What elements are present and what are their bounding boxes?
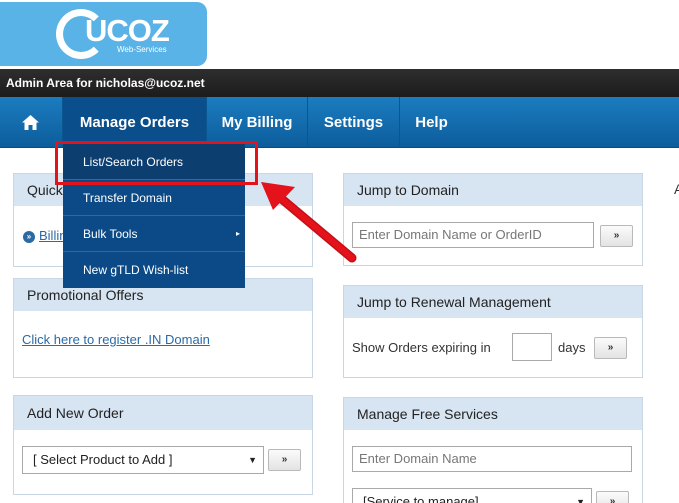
renewal-title: Jump to Renewal Management: [344, 286, 642, 318]
service-select-value: [Service to manage]: [363, 494, 479, 503]
menu-item-new-gtld-wishlist[interactable]: New gTLD Wish-list: [63, 252, 245, 288]
jump-domain-title: Jump to Domain: [344, 174, 642, 206]
jump-domain-panel: Jump to Domain Enter Domain Name or Orde…: [343, 173, 643, 266]
free-domain-input[interactable]: Enter Domain Name: [352, 446, 632, 472]
admin-bar: Admin Area for nicholas@ucoz.net: [0, 69, 679, 97]
home-icon: [22, 115, 39, 130]
bulk-tools-label: Bulk Tools: [83, 227, 138, 241]
chevron-down-icon: ▼: [576, 497, 585, 503]
product-select[interactable]: [ Select Product to Add ] ▼: [22, 446, 264, 474]
ucoz-logo[interactable]: UCOZ Web-Services: [0, 2, 207, 66]
expiring-days-input[interactable]: [512, 333, 552, 361]
renewal-panel: Jump to Renewal Management Show Orders e…: [343, 285, 643, 378]
nav-settings[interactable]: Settings: [308, 97, 400, 148]
renewal-go-button[interactable]: »: [594, 337, 627, 359]
menu-item-transfer-domain[interactable]: Transfer Domain: [63, 180, 245, 216]
domain-orderid-input[interactable]: Enter Domain Name or OrderID: [352, 222, 594, 248]
red-arrow-icon: [261, 182, 357, 263]
service-select[interactable]: [Service to manage] ▼: [352, 488, 592, 503]
free-services-panel: Manage Free Services Enter Domain Name […: [343, 397, 643, 503]
promo-panel: Promotional Offers Click here to registe…: [13, 278, 313, 378]
chevron-right-icon: ▸: [235, 229, 240, 238]
bullet-arrow-icon: »: [23, 231, 35, 243]
menu-item-bulk-tools[interactable]: Bulk Tools ▸: [63, 216, 245, 252]
add-order-go-button[interactable]: »: [268, 449, 301, 471]
chevron-down-icon: ▼: [248, 455, 257, 465]
product-select-value: [ Select Product to Add ]: [33, 452, 173, 467]
free-services-title: Manage Free Services: [344, 398, 642, 430]
logo-text: UCOZ: [85, 13, 170, 48]
cutoff-text: A: [674, 181, 679, 197]
nav-help[interactable]: Help: [400, 97, 463, 148]
nav-home[interactable]: [0, 97, 63, 148]
register-in-domain-link[interactable]: Click here to register .IN Domain: [22, 332, 210, 347]
jump-domain-go-button[interactable]: »: [600, 225, 633, 247]
expiring-label: Show Orders expiring in: [352, 340, 491, 355]
free-services-go-button[interactable]: »: [596, 491, 629, 503]
logo-subtitle: Web-Services: [117, 45, 167, 54]
add-order-title: Add New Order: [14, 396, 312, 430]
days-label: days: [558, 340, 586, 355]
add-order-panel: Add New Order [ Select Product to Add ] …: [13, 395, 313, 495]
highlight-box: [55, 141, 258, 185]
